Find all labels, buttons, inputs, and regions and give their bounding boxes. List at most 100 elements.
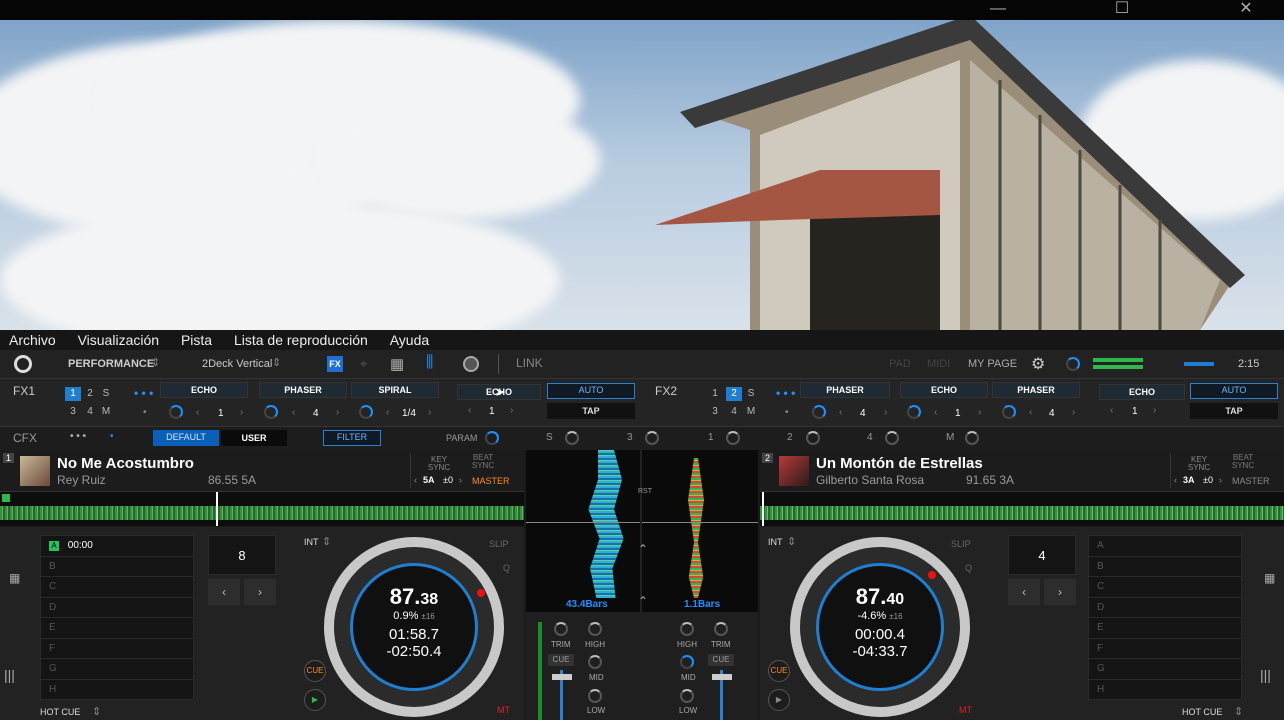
fx1-slot3-right[interactable]: › <box>428 407 431 418</box>
cfx-slot-1-knob[interactable] <box>726 431 740 445</box>
deck2-volume-fader-cap[interactable] <box>712 674 732 680</box>
close-button[interactable]: ✕ <box>1226 0 1266 20</box>
deck1-sampler-icon[interactable]: ||| <box>4 667 15 683</box>
minimize-button[interactable]: — <box>978 0 1018 20</box>
fx2-slot2-select[interactable]: ECHO <box>900 382 988 398</box>
record-icon[interactable] <box>463 356 479 372</box>
fx2-slot1-right[interactable]: › <box>884 407 887 418</box>
deck1-hotcue-a[interactable]: A 00:00 <box>41 536 193 557</box>
fx1-slot1-right[interactable]: › <box>240 407 243 418</box>
deck1-hotcue-e[interactable]: E <box>41 618 193 639</box>
fx1-slot1-knob[interactable] <box>169 405 183 419</box>
deck2-low-knob[interactable] <box>680 689 694 703</box>
master-volume-knob[interactable] <box>1066 357 1080 371</box>
fx1-beat-left[interactable]: ‹ <box>468 405 471 416</box>
deck2-hotcue-e[interactable]: E <box>1089 618 1241 639</box>
deck2-high-knob[interactable] <box>680 622 694 636</box>
deck1-play-button[interactable]: ▶ <box>304 689 326 711</box>
cfx-slot-3-knob[interactable] <box>645 431 659 445</box>
deck1-hotcue-label[interactable]: HOT CUE <box>40 707 80 717</box>
center-waveform-panel[interactable]: RST 43.4Bars 1.1Bars ⌃ ⌃ <box>526 450 758 612</box>
deck2-hotcue-label[interactable]: HOT CUE <box>1182 707 1222 717</box>
fx2-slot3-knob[interactable] <box>1002 405 1016 419</box>
deck1-mid-knob[interactable] <box>588 655 602 669</box>
deck2-hotcue-updown-icon[interactable]: ⇕ <box>1234 705 1243 718</box>
deck2-mid-knob[interactable] <box>680 655 694 669</box>
fx2-tap-button[interactable]: TAP <box>1190 403 1278 419</box>
fx2-slot2-left[interactable]: ‹ <box>934 407 937 418</box>
deck2-int-label[interactable]: INT <box>768 537 783 547</box>
fx2-slot1-select[interactable]: PHASER <box>800 382 890 398</box>
deck1-headphone-cue[interactable]: CUE <box>548 654 574 666</box>
settings-gear-icon[interactable]: ⚙ <box>1031 354 1045 374</box>
deck1-q-button[interactable]: Q <box>503 563 510 573</box>
deck2-hotcue-a[interactable]: A <box>1089 536 1241 557</box>
deck2-key-sync-label[interactable]: KEY SYNC <box>1179 456 1219 472</box>
deck-mode-updown-icon[interactable]: ⇕ <box>272 356 281 369</box>
fx2-auto-button[interactable]: AUTO <box>1190 383 1278 399</box>
deck1-hotcue-b[interactable]: B <box>41 557 193 577</box>
fx1-assign-3[interactable]: 3 <box>65 405 81 419</box>
fx2-assign-m[interactable]: M <box>744 405 758 419</box>
fx2-assign-4[interactable]: 4 <box>726 405 742 419</box>
deck2-slip-button[interactable]: SLIP <box>951 539 971 549</box>
fx1-assign-2[interactable]: 2 <box>83 387 97 401</box>
deck1-panel-toggle-icon[interactable]: ▦ <box>9 571 20 585</box>
deck2-sampler-icon[interactable]: ||| <box>1260 667 1271 683</box>
fx1-slot3-left[interactable]: ‹ <box>386 407 389 418</box>
fx2-slot3-left[interactable]: ‹ <box>1029 407 1032 418</box>
menu-lista-reproduccion[interactable]: Lista de reproducción <box>225 330 377 350</box>
deck2-key-left[interactable]: ‹ <box>1174 475 1177 485</box>
cfx-user-button[interactable]: USER <box>221 430 287 446</box>
deck1-jog-platter[interactable]: 87.38 0.9% ±16 01:58.7 -02:50.4 <box>324 537 504 717</box>
fx2-assign-s[interactable]: S <box>744 387 758 401</box>
fx2-assign-1[interactable]: 1 <box>708 387 722 401</box>
fx2-more-button[interactable]: • • • <box>776 386 795 400</box>
deck1-beat-sync-button[interactable]: BEAT SYNC <box>468 454 498 470</box>
fx1-assign-m[interactable]: M <box>99 405 113 419</box>
deck2-hotcue-f[interactable]: F <box>1089 639 1241 659</box>
fx1-more-button[interactable]: • • • <box>134 386 153 400</box>
deck2-hotcue-h[interactable]: H <box>1089 680 1241 700</box>
deck1-low-knob[interactable] <box>588 689 602 703</box>
deck1-waveform-overview[interactable] <box>0 492 524 526</box>
center-rst-button[interactable]: RST <box>638 488 652 495</box>
deck1-hotcue-c[interactable]: C <box>41 577 193 598</box>
deck2-loop-half[interactable]: ‹ <box>1008 579 1040 605</box>
sampler-icon[interactable]: ⌖ <box>360 356 367 372</box>
deck2-waveform-overview[interactable] <box>760 492 1284 526</box>
deck1-master-button[interactable]: MASTER <box>472 476 510 486</box>
deck2-loop-length[interactable]: 4 <box>1008 535 1076 575</box>
deck2-panel-toggle-icon[interactable]: ▦ <box>1264 571 1275 585</box>
fx2-assign-2[interactable]: 2 <box>726 387 742 401</box>
deck2-int-updown-icon[interactable]: ⇕ <box>787 535 796 548</box>
deck1-cue-button[interactable]: CUE <box>304 660 326 682</box>
deck1-loop-half[interactable]: ‹ <box>208 579 240 605</box>
deck1-mt-button[interactable]: MT <box>497 705 510 715</box>
fx2-beat-right[interactable]: › <box>1153 405 1156 416</box>
deck1-loop-double[interactable]: › <box>244 579 276 605</box>
menu-pista[interactable]: Pista <box>172 330 221 350</box>
deck1-slip-button[interactable]: SLIP <box>489 539 509 549</box>
cfx-param-knob[interactable] <box>485 431 499 445</box>
fx2-slot1-knob[interactable] <box>812 405 826 419</box>
deck1-int-updown-icon[interactable]: ⇕ <box>322 535 331 548</box>
fx1-auto-button[interactable]: AUTO <box>547 383 635 399</box>
deck1-volume-fader-cap[interactable] <box>552 674 572 680</box>
deck2-play-button[interactable]: ▶ <box>768 689 790 711</box>
deck2-hotcue-d[interactable]: D <box>1089 598 1241 618</box>
deck2-key-right[interactable]: › <box>1219 475 1222 485</box>
deck1-key-right[interactable]: › <box>459 475 462 485</box>
fx1-slot1-select[interactable]: ECHO <box>160 382 248 398</box>
cfx-slot-s-knob[interactable] <box>565 431 579 445</box>
deck1-loop-length[interactable]: 8 <box>208 535 276 575</box>
zoom-out-icon[interactable]: ⌃ <box>638 594 648 608</box>
deck2-q-button[interactable]: Q <box>965 563 972 573</box>
deck1-hotcue-g[interactable]: G <box>41 659 193 680</box>
deck2-hotcue-g[interactable]: G <box>1089 659 1241 680</box>
deck1-hotcue-d[interactable]: D <box>41 598 193 618</box>
deck2-trim-knob[interactable] <box>714 622 728 636</box>
fx2-slot3-right[interactable]: › <box>1072 407 1075 418</box>
fx1-slot2-left[interactable]: ‹ <box>292 407 295 418</box>
layout-updown-icon[interactable]: ⇕ <box>151 356 160 369</box>
